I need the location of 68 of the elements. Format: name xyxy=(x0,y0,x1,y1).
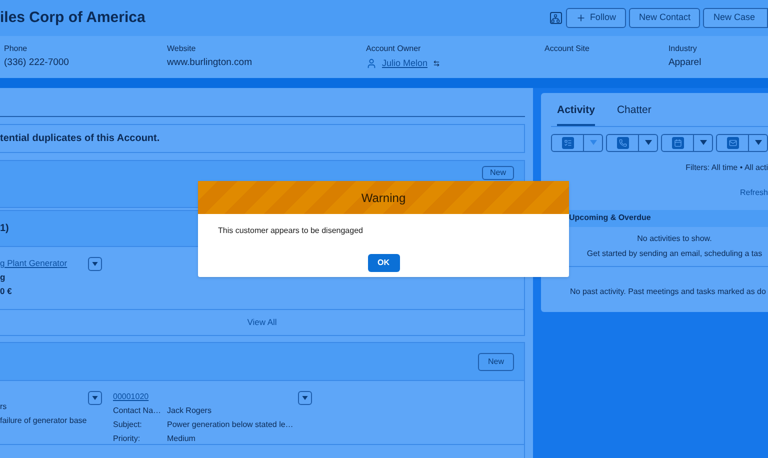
field-value: (336) 222-7000 xyxy=(4,57,69,69)
duplicates-message: tential duplicates of this Account. xyxy=(0,132,160,146)
dropdown-button[interactable] xyxy=(88,257,102,271)
field-label: Account Site xyxy=(544,44,590,54)
panel-tab[interactable]: Activity xyxy=(557,103,595,126)
activity-type-icon xyxy=(674,138,682,147)
caret-icon xyxy=(644,140,652,146)
view-all-link[interactable]: View All xyxy=(247,316,277,329)
field-value: www.burlington.com xyxy=(166,57,252,69)
case-field-value: Power generation below stated le… xyxy=(167,419,294,431)
empty-hint: Get started by sending an email, scheduling a tas xyxy=(586,248,762,260)
activity-action-button[interactable] xyxy=(606,134,639,152)
caret-icon xyxy=(92,262,98,266)
refresh-link[interactable]: Refresh xyxy=(740,186,768,199)
caret-icon xyxy=(92,396,98,400)
dropdown-button[interactable] xyxy=(694,134,713,152)
card-title: 1) xyxy=(0,222,9,236)
opportunity-link[interactable]: g Plant Generator xyxy=(0,257,88,270)
field-label: Website xyxy=(166,44,197,54)
activity-action-button[interactable] xyxy=(661,134,694,152)
field-value: Apparel xyxy=(668,57,702,69)
case-field-value: Medium xyxy=(167,433,196,445)
activity-action-button[interactable] xyxy=(551,134,584,152)
case-field-label: Contact Na… xyxy=(113,405,162,417)
caret-icon xyxy=(590,140,596,146)
section-title: Upcoming & Overdue xyxy=(569,212,651,224)
change-owner-icon xyxy=(432,60,440,68)
field-label: Phone xyxy=(4,44,28,54)
case-field-value: Jack Rogers xyxy=(167,405,212,417)
case-field-label: Subject: xyxy=(113,419,143,431)
opportunity-detail: g xyxy=(0,270,6,284)
field-label: Account Owner xyxy=(366,44,422,54)
user-icon xyxy=(366,58,377,70)
caret-icon xyxy=(302,396,308,400)
case-field-label: Priority: xyxy=(113,433,142,445)
empty-message: No activities to show. xyxy=(637,232,712,245)
dropdown-button[interactable] xyxy=(639,134,658,152)
dialog-message: This customer appears to be disengaged xyxy=(217,225,364,237)
owner-link[interactable]: Julio Melon xyxy=(382,57,428,70)
filters-text: Filters: All time • All acti xyxy=(686,162,768,174)
dropdown-button[interactable] xyxy=(88,391,102,405)
activity-type-icon xyxy=(564,138,572,147)
case-detail: rs xyxy=(0,401,8,413)
caret-icon xyxy=(754,140,762,146)
dropdown-button[interactable] xyxy=(749,134,768,152)
plus-icon xyxy=(576,13,586,23)
caret-icon xyxy=(700,140,706,146)
field-label: Industry xyxy=(668,44,698,54)
new-button[interactable]: New xyxy=(482,166,514,180)
ok-button[interactable]: OK xyxy=(368,254,400,272)
case-number-link[interactable]: 00001020 xyxy=(113,391,149,403)
opportunity-amount: 0 € xyxy=(0,284,13,298)
hierarchy-button[interactable] xyxy=(550,12,562,24)
dropdown-button[interactable] xyxy=(298,391,312,405)
action-button[interactable]: New Contact xyxy=(628,8,700,28)
activity-type-icon xyxy=(728,138,736,147)
action-button[interactable]: Follow xyxy=(566,8,626,28)
panel-tab[interactable]: Chatter xyxy=(616,103,652,126)
new-button[interactable]: New xyxy=(478,352,514,370)
hierarchy-icon xyxy=(551,14,560,22)
past-activity-message: No past activity. Past meetings and tasks marked as do xyxy=(570,286,766,296)
dialog-title: Warning xyxy=(361,190,406,206)
activity-type-icon xyxy=(618,138,626,147)
case-detail: failure of generator base xyxy=(0,415,88,427)
activity-action-button[interactable] xyxy=(716,134,749,152)
account-title: iles Corp of America xyxy=(0,8,146,28)
dropdown-button[interactable] xyxy=(584,134,603,152)
action-button[interactable]: New Case xyxy=(703,8,768,28)
